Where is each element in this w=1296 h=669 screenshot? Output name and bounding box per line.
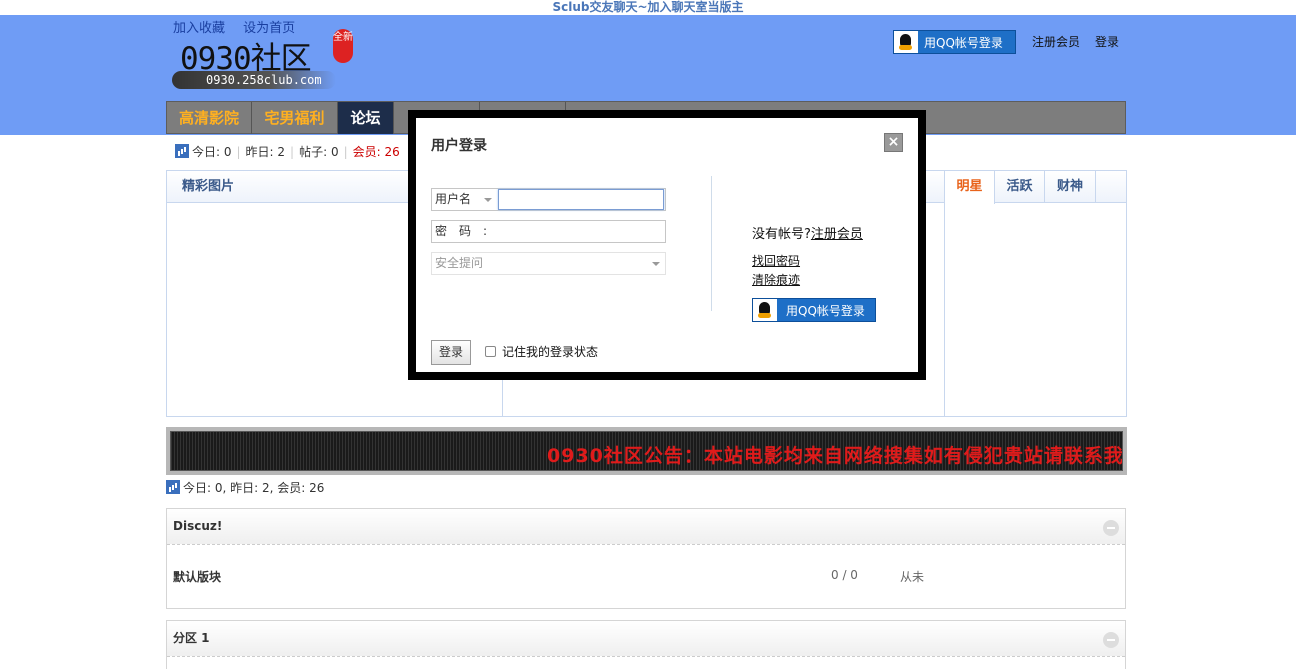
dialog-divider (711, 176, 712, 311)
announcement-ticker: 0930社区公告：本站电影均来自网络搜集如有侵犯贵站请联系我们 (166, 427, 1127, 475)
remember-me-label[interactable]: 记住我的登录状态 (502, 343, 598, 360)
username-input[interactable] (498, 189, 664, 210)
forum-name[interactable]: 默认版块 (173, 568, 221, 585)
stat-posts: 帖子: 0 (299, 145, 339, 159)
stats-summary-text: 今日: 0, 昨日: 2, 会员: 26 (183, 481, 325, 495)
category-header: 分区 1 (167, 621, 1125, 657)
qq-login-button[interactable]: 用QQ帐号登录 (893, 30, 1016, 54)
forum-row: 默认版块 0 / 0 从未 (167, 545, 1125, 607)
tab-wealth[interactable]: 财神 (1045, 171, 1096, 203)
tab-active[interactable]: 活跃 (995, 171, 1045, 203)
login-submit-button[interactable]: 登录 (431, 340, 471, 365)
dialog-register-link[interactable]: 注册会员 (811, 227, 863, 242)
category-header: Discuz! (167, 509, 1125, 545)
qq-penguin-icon (753, 299, 777, 321)
login-link[interactable]: 登录 (1095, 33, 1119, 50)
nav-item-cinema[interactable]: 高清影院 (167, 102, 252, 134)
nav-item-forum[interactable]: 论坛 (338, 102, 394, 134)
category-discuz: Discuz! 默认版块 0 / 0 从未 (166, 508, 1126, 609)
register-link[interactable]: 注册会员 (1032, 33, 1080, 50)
tab-stars[interactable]: 明星 (945, 171, 995, 204)
ranking-tabs: 明星 活跃 财神 (945, 171, 1126, 204)
logo-seal: 全新 (333, 29, 353, 63)
forum-counts: 0 / 0 (831, 568, 858, 582)
password-field[interactable]: 密 码 : (431, 220, 666, 243)
logo-domain: 0930.258club.com (172, 71, 336, 89)
no-account-text: 没有帐号?注册会员 (752, 223, 863, 242)
dialog-title: 用户登录 (431, 138, 487, 154)
stat-today: 今日: 0 (192, 145, 232, 159)
forum-stats: 今日: 0 | 昨日: 2 | 帖子: 0 | 会员: 26 (175, 143, 400, 160)
security-question-select[interactable]: 安全提问 (431, 252, 666, 275)
remember-me-checkbox[interactable] (485, 346, 496, 357)
forum-last-post: 从未 (900, 570, 925, 584)
qq-login-label: 用QQ帐号登录 (924, 36, 1003, 50)
qq-penguin-icon (894, 31, 918, 53)
dialog-qq-login-button[interactable]: 用QQ帐号登录 (752, 298, 876, 322)
chevron-down-icon (484, 198, 492, 202)
category-title[interactable]: 分区 1 (173, 631, 210, 645)
top-banner-link[interactable]: Sclub交友聊天~加入聊天室当版主 (552, 0, 743, 14)
password-label: 密 码 : (435, 224, 488, 238)
collapse-icon[interactable] (1103, 632, 1119, 648)
ticker-screen: 0930社区公告：本站电影均来自网络搜集如有侵犯贵站请联系我们 (170, 431, 1123, 471)
close-icon[interactable]: × (884, 133, 903, 152)
top-banner: Sclub交友聊天~加入聊天室当版主 (0, 0, 1296, 15)
login-dialog: 用户登录 × 用户名 密 码 : 安全提问 没有帐号?注册会员 找回密码 清除痕… (416, 118, 918, 372)
nav-item-welfare[interactable]: 宅男福利 (252, 102, 338, 134)
member-ranking-panel: 明星 活跃 财神 (944, 170, 1127, 417)
category-title[interactable]: Discuz! (173, 519, 222, 533)
retrieve-password-link[interactable]: 找回密码 (752, 252, 800, 269)
username-type-select[interactable]: 用户名 (435, 189, 471, 210)
stats-chart-icon (166, 480, 180, 494)
qq-login-label: 用QQ帐号登录 (786, 304, 865, 318)
stat-members[interactable]: 会员: 26 (353, 145, 400, 159)
chevron-down-icon (652, 262, 660, 266)
stat-yesterday: 昨日: 2 (245, 145, 286, 159)
category-section-1: 分区 1 (166, 620, 1126, 669)
forum-stats-summary: 今日: 0, 昨日: 2, 会员: 26 (166, 479, 324, 496)
collapse-icon[interactable] (1103, 520, 1119, 536)
ticker-text[interactable]: 0930社区公告：本站电影均来自网络搜集如有侵犯贵站请联系我们 (547, 441, 1122, 468)
clear-traces-link[interactable]: 清除痕迹 (752, 271, 800, 288)
username-field: 用户名 (431, 188, 666, 211)
site-logo[interactable]: 0930社区 全新 0930.258club.com (166, 29, 356, 93)
login-dialog-frame: 用户登录 × 用户名 密 码 : 安全提问 没有帐号?注册会员 找回密码 清除痕… (408, 110, 926, 380)
no-account-label: 没有帐号? (752, 227, 811, 242)
security-question-label: 安全提问 (435, 256, 484, 270)
stats-chart-icon (175, 144, 189, 158)
